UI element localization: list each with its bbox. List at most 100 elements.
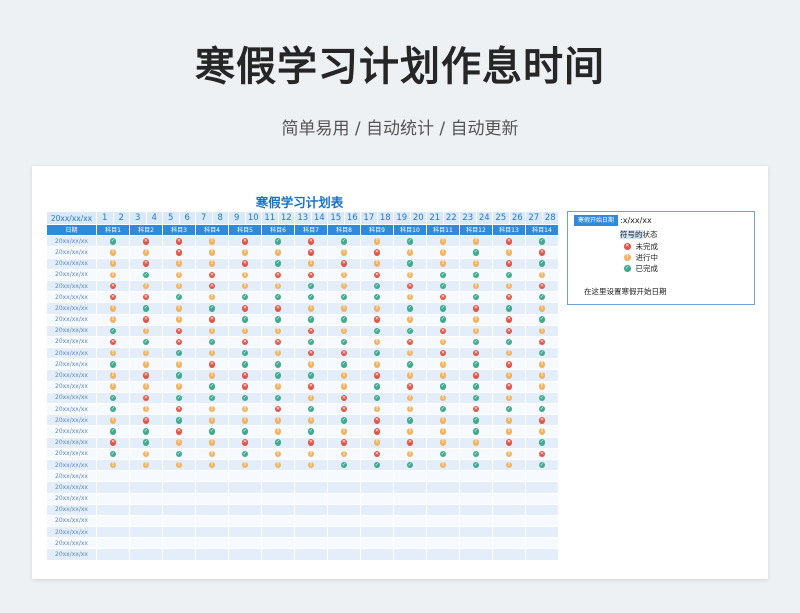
status-cell[interactable] <box>459 481 493 494</box>
status-cell[interactable] <box>459 514 493 528</box>
status-cell[interactable]: ! <box>195 447 229 460</box>
status-cell[interactable]: ! <box>492 425 526 438</box>
status-cell[interactable]: ✓ <box>327 358 361 371</box>
status-cell[interactable]: ✓ <box>525 436 559 449</box>
status-cell[interactable]: ! <box>261 414 295 427</box>
status-cell[interactable] <box>393 481 427 494</box>
row-date-cell[interactable]: 20xx/xx/xx <box>46 257 97 270</box>
status-cell[interactable]: ! <box>195 414 229 427</box>
status-cell[interactable]: ✕ <box>525 414 559 427</box>
status-cell[interactable] <box>492 526 526 539</box>
status-cell[interactable]: ✓ <box>492 402 526 416</box>
status-cell[interactable]: ! <box>96 246 130 259</box>
status-cell[interactable]: ✕ <box>294 436 328 449</box>
status-cell[interactable]: ✓ <box>459 358 493 371</box>
status-cell[interactable] <box>360 548 394 561</box>
row-date-cell[interactable]: 20xx/xx/xx <box>46 279 97 293</box>
status-cell[interactable]: ✓ <box>195 302 229 315</box>
status-cell[interactable]: ✓ <box>492 335 526 349</box>
status-cell[interactable]: ✓ <box>162 414 196 427</box>
status-cell[interactable] <box>360 470 394 483</box>
status-cell[interactable]: ✓ <box>261 391 295 405</box>
status-cell[interactable] <box>459 537 493 550</box>
status-cell[interactable]: ! <box>129 324 163 337</box>
status-cell[interactable]: ! <box>393 369 427 382</box>
status-cell[interactable] <box>228 537 262 550</box>
status-cell[interactable]: ✓ <box>228 447 262 460</box>
row-date-cell[interactable]: 20xx/xx/xx <box>46 514 97 528</box>
status-cell[interactable] <box>393 503 427 516</box>
status-cell[interactable] <box>459 492 493 505</box>
row-date-cell[interactable]: 20xx/xx/xx <box>46 447 97 460</box>
status-cell[interactable]: ✓ <box>294 291 328 304</box>
status-cell[interactable]: ✕ <box>228 369 262 382</box>
status-cell[interactable] <box>327 503 361 516</box>
status-cell[interactable] <box>129 503 163 516</box>
status-cell[interactable]: ✓ <box>294 279 328 293</box>
status-cell[interactable] <box>162 548 196 561</box>
status-cell[interactable]: ✕ <box>195 279 229 293</box>
status-cell[interactable]: ✓ <box>96 402 130 416</box>
status-cell[interactable] <box>393 470 427 483</box>
status-cell[interactable]: ✓ <box>228 313 262 326</box>
status-cell[interactable]: ✕ <box>393 380 427 393</box>
status-cell[interactable]: ✓ <box>393 414 427 427</box>
status-cell[interactable]: ✓ <box>426 313 460 326</box>
status-cell[interactable]: ✕ <box>492 291 526 304</box>
status-cell[interactable] <box>261 537 295 550</box>
status-cell[interactable] <box>129 470 163 483</box>
status-cell[interactable]: ✕ <box>294 324 328 337</box>
status-cell[interactable]: ✕ <box>129 235 163 248</box>
status-cell[interactable]: ✓ <box>129 302 163 315</box>
status-cell[interactable] <box>261 526 295 539</box>
status-cell[interactable]: ✓ <box>228 358 262 371</box>
status-cell[interactable]: ! <box>96 458 130 472</box>
status-cell[interactable]: ! <box>294 447 328 460</box>
status-cell[interactable]: ✕ <box>228 235 262 248</box>
row-date-cell[interactable]: 20xx/xx/xx <box>46 470 97 483</box>
status-cell[interactable]: ✓ <box>228 425 262 438</box>
status-cell[interactable]: ✓ <box>129 436 163 449</box>
status-cell[interactable]: ✓ <box>96 447 130 460</box>
status-cell[interactable] <box>261 503 295 516</box>
status-cell[interactable]: ! <box>360 358 394 371</box>
status-cell[interactable]: ✕ <box>162 246 196 259</box>
status-cell[interactable]: ! <box>459 313 493 326</box>
status-cell[interactable] <box>426 492 460 505</box>
status-cell[interactable]: ✕ <box>459 369 493 382</box>
status-cell[interactable]: ✓ <box>261 358 295 371</box>
status-cell[interactable] <box>327 470 361 483</box>
status-cell[interactable]: ! <box>195 369 229 382</box>
status-cell[interactable]: ! <box>261 347 295 360</box>
status-cell[interactable] <box>129 537 163 550</box>
status-cell[interactable]: ✕ <box>228 335 262 349</box>
status-cell[interactable]: ✓ <box>426 302 460 315</box>
status-cell[interactable]: ! <box>162 358 196 371</box>
status-cell[interactable]: ✓ <box>162 447 196 460</box>
status-cell[interactable] <box>129 514 163 528</box>
status-cell[interactable]: ✓ <box>525 391 559 405</box>
status-cell[interactable]: ! <box>393 347 427 360</box>
row-date-cell[interactable]: 20xx/xx/xx <box>46 380 97 393</box>
date-header-cell[interactable]: 20xx/xx/xx <box>46 211 97 225</box>
status-cell[interactable]: ✓ <box>459 458 493 472</box>
status-cell[interactable] <box>393 537 427 550</box>
status-cell[interactable]: ! <box>426 257 460 270</box>
status-cell[interactable]: ! <box>393 425 427 438</box>
status-cell[interactable] <box>96 503 130 516</box>
status-cell[interactable] <box>294 492 328 505</box>
status-cell[interactable]: ✕ <box>261 335 295 349</box>
status-cell[interactable]: ✕ <box>459 347 493 360</box>
status-cell[interactable]: ! <box>294 391 328 405</box>
status-cell[interactable]: ✕ <box>393 335 427 349</box>
status-cell[interactable]: ! <box>393 402 427 416</box>
status-cell[interactable] <box>459 503 493 516</box>
status-cell[interactable]: ✕ <box>360 268 394 281</box>
status-cell[interactable] <box>195 481 229 494</box>
status-cell[interactable]: ! <box>261 380 295 393</box>
status-cell[interactable]: ✓ <box>525 402 559 416</box>
status-cell[interactable] <box>393 548 427 561</box>
status-cell[interactable]: ! <box>327 324 361 337</box>
status-cell[interactable]: ✕ <box>129 291 163 304</box>
status-cell[interactable]: ✓ <box>492 302 526 315</box>
